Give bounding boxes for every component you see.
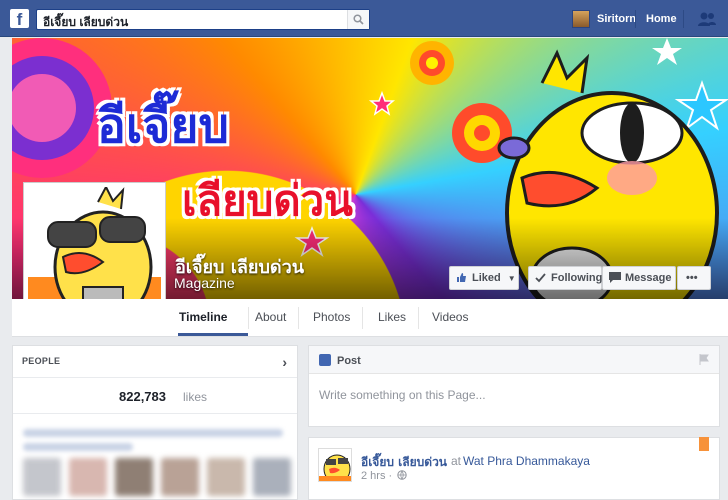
home-link[interactable]: Home bbox=[646, 13, 677, 25]
friend-thumbnail[interactable] bbox=[207, 458, 245, 496]
blurred-friends-text bbox=[23, 443, 133, 451]
top-navigation-bar: f อีเจี๊ยบ เลียบด่วน Siritorn Home bbox=[0, 0, 728, 37]
pencil-icon bbox=[319, 354, 331, 366]
flag-icon[interactable] bbox=[699, 354, 709, 365]
thumbs-up-icon bbox=[457, 273, 466, 282]
divider bbox=[13, 377, 297, 378]
people-card: PEOPLE › 822,783 likes bbox=[12, 345, 298, 500]
cover-title-line1: อีเจี๊ยบ bbox=[97, 98, 229, 154]
search-button[interactable] bbox=[347, 10, 369, 29]
following-button[interactable]: Following bbox=[528, 266, 602, 290]
tab-likes[interactable]: Likes bbox=[378, 310, 406, 324]
search-icon bbox=[353, 14, 364, 25]
page-category[interactable]: Magazine bbox=[174, 275, 235, 291]
blurred-friends-text bbox=[23, 429, 283, 437]
divider bbox=[248, 307, 249, 329]
active-tab-indicator bbox=[178, 333, 248, 336]
friend-thumbnail[interactable] bbox=[115, 458, 153, 496]
check-icon bbox=[535, 273, 546, 283]
search-box[interactable]: อีเจี๊ยบ เลียบด่วน bbox=[36, 9, 370, 30]
divider bbox=[13, 413, 297, 414]
facebook-logo-icon[interactable]: f bbox=[10, 9, 29, 28]
message-icon bbox=[609, 272, 621, 283]
post-tab[interactable]: Post bbox=[337, 355, 361, 367]
friends-icon[interactable] bbox=[697, 11, 717, 27]
bookmark-icon[interactable] bbox=[699, 437, 709, 451]
search-input[interactable]: อีเจี๊ยบ เลียบด่วน bbox=[43, 13, 128, 32]
likes-label: likes bbox=[183, 390, 208, 404]
feed-post: อีเจี๊ยบ เลียบด่วน at Wat Phra Dhammakay… bbox=[308, 437, 720, 500]
post-timestamp[interactable]: 2 hrs · bbox=[361, 470, 407, 482]
post-location-link[interactable]: Wat Phra Dhammakaya bbox=[463, 454, 590, 468]
composer-input[interactable]: Write something on this Page... bbox=[319, 388, 486, 402]
composer-header bbox=[309, 346, 719, 374]
post-at-label: at bbox=[451, 454, 462, 468]
following-label: Following bbox=[551, 272, 603, 284]
chevron-down-icon: ▼ bbox=[507, 274, 516, 283]
tab-videos[interactable]: Videos bbox=[432, 310, 468, 324]
friend-thumbnail[interactable] bbox=[161, 458, 199, 496]
divider bbox=[418, 307, 419, 329]
message-button[interactable]: Message bbox=[602, 266, 676, 290]
liked-label: Liked bbox=[472, 272, 501, 284]
user-avatar[interactable] bbox=[572, 10, 590, 28]
post-author-avatar[interactable] bbox=[318, 448, 352, 482]
divider bbox=[298, 307, 299, 329]
friend-thumbnail[interactable] bbox=[69, 458, 107, 496]
message-label: Message bbox=[625, 272, 672, 284]
more-options-button[interactable]: ••• bbox=[677, 266, 711, 290]
user-name-link[interactable]: Siritorn bbox=[597, 13, 636, 25]
post-time: 2 hrs · bbox=[361, 470, 393, 482]
friend-thumbnail[interactable] bbox=[253, 458, 291, 496]
more-options-icon: ••• bbox=[686, 272, 698, 284]
post-composer: Post Write something on this Page... bbox=[308, 345, 720, 427]
friend-thumbnail[interactable] bbox=[23, 458, 61, 496]
divider bbox=[635, 10, 636, 28]
chevron-right-icon[interactable]: › bbox=[282, 354, 287, 370]
tab-about[interactable]: About bbox=[255, 310, 286, 324]
tab-timeline[interactable]: Timeline bbox=[179, 310, 227, 324]
tab-photos[interactable]: Photos bbox=[313, 310, 350, 324]
page-tab-bar: Timeline About Photos Likes Videos bbox=[12, 299, 728, 337]
globe-icon bbox=[397, 470, 407, 480]
people-heading[interactable]: PEOPLE bbox=[22, 356, 60, 366]
chick-avatar-illustration bbox=[319, 449, 351, 481]
liked-button[interactable]: Liked ▼ bbox=[449, 266, 519, 290]
divider bbox=[683, 10, 684, 28]
likes-count: 822,783 bbox=[119, 389, 166, 404]
divider bbox=[362, 307, 363, 329]
